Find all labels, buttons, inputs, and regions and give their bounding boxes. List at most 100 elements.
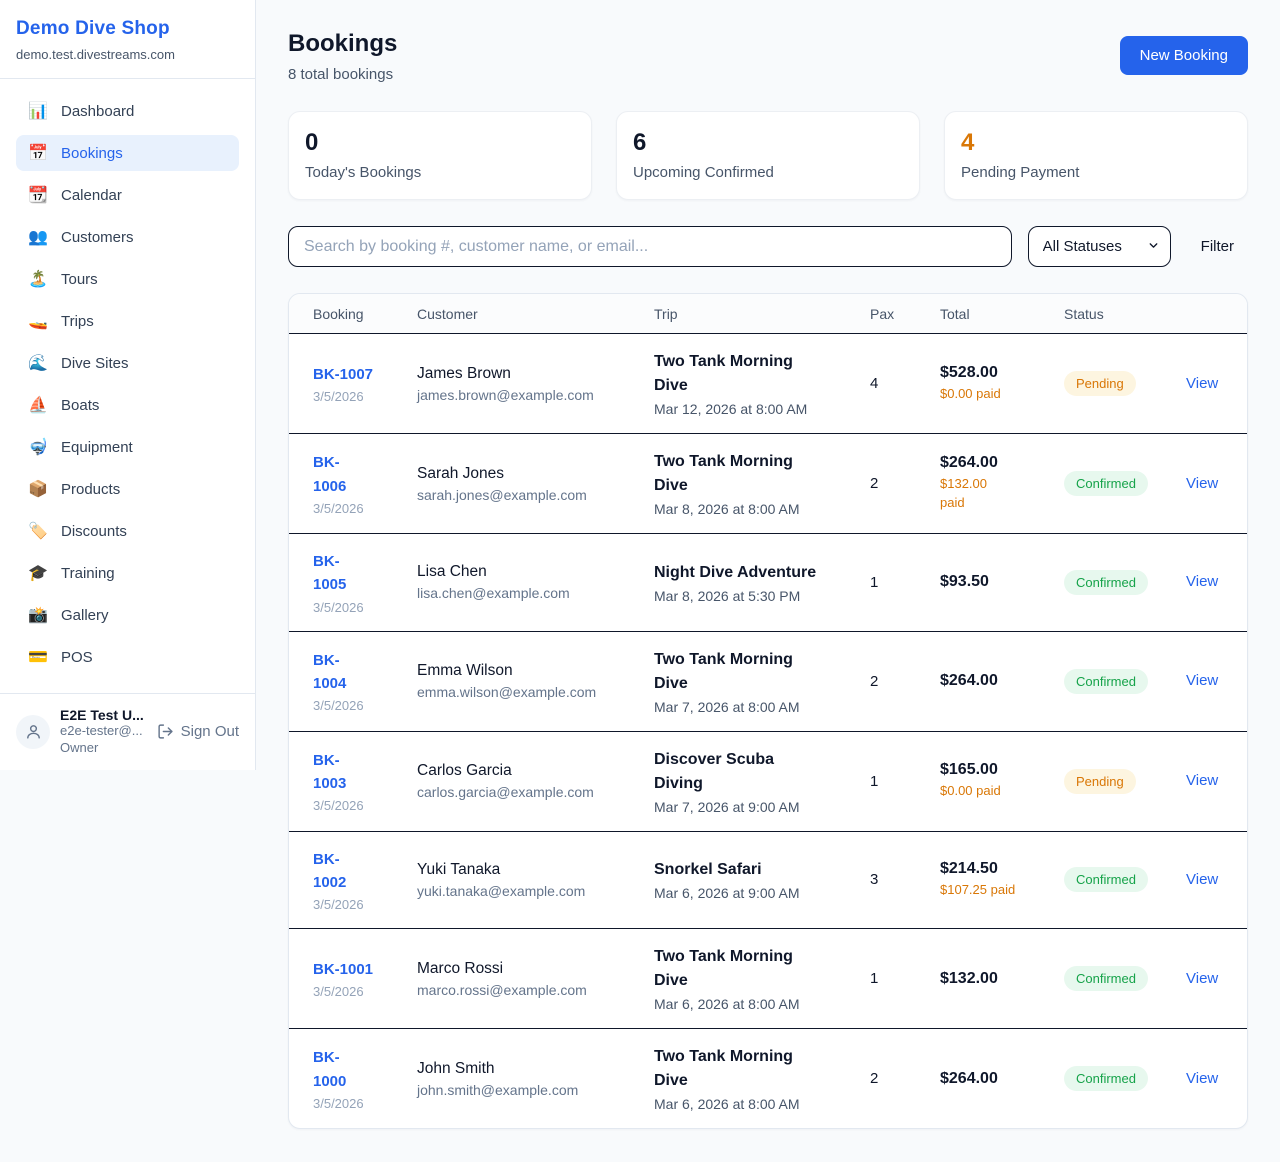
new-booking-button[interactable]: New Booking [1120,36,1248,75]
trip-datetime: Mar 8, 2026 at 8:00 AM [654,501,838,517]
trip-cell: Two Tank Morning Dive Mar 8, 2026 at 8:0… [638,434,854,534]
search-input[interactable] [288,226,1012,267]
booking-id-link[interactable]: BK- 1000 [313,1046,346,1093]
customer-email: sarah.jones@example.com [417,487,622,503]
status-cell: Pending [1048,731,1170,831]
booking-id-link[interactable]: BK-1007 [313,363,373,386]
booking-id-link[interactable]: BK- 1004 [313,649,346,696]
sidebar-item-label: Products [61,481,120,498]
trip-name: Two Tank Morning Dive [654,648,838,696]
sidebar-item-calendar[interactable]: 📆Calendar [16,177,239,213]
sidebar-item-tours[interactable]: 🏝️Tours [16,261,239,297]
total-amount: $264.00 [940,1070,1032,1088]
sidebar-item-discounts[interactable]: 🏷️Discounts [16,513,239,549]
customer-email: marco.rossi@example.com [417,982,622,998]
table-row: BK- 1006 3/5/2026 Sarah Jones sarah.jone… [289,434,1247,534]
trip-datetime: Mar 12, 2026 at 8:00 AM [654,401,838,417]
sailboat-icon: ⛵ [28,395,48,415]
view-link[interactable]: View [1186,1070,1218,1087]
status-cell: Pending [1048,334,1170,434]
customer-cell: Sarah Jones sarah.jones@example.com [401,434,638,534]
trip-cell: Night Dive Adventure Mar 8, 2026 at 5:30… [638,534,854,632]
stat-value: 0 [305,129,575,157]
customer-cell: Marco Rossi marco.rossi@example.com [401,929,638,1029]
view-link[interactable]: View [1186,672,1218,689]
booking-cell: BK- 1004 3/5/2026 [289,631,401,731]
booking-id-link[interactable]: BK- 1003 [313,749,346,796]
speedboat-icon: 🚤 [28,311,48,331]
total-amount: $93.50 [940,573,1032,591]
booking-id-link[interactable]: BK- 1005 [313,550,346,597]
sidebar-item-bookings[interactable]: 📅Bookings [16,135,239,171]
view-link[interactable]: View [1186,573,1218,590]
trip-datetime: Mar 7, 2026 at 9:00 AM [654,799,838,815]
view-link[interactable]: View [1186,970,1218,987]
booking-date: 3/5/2026 [313,698,385,713]
table-row: BK- 1000 3/5/2026 John Smith john.smith@… [289,1029,1247,1129]
status-cell: Confirmed [1048,831,1170,929]
sidebar-item-dashboard[interactable]: 📊Dashboard [16,93,239,129]
status-badge: Confirmed [1064,1066,1148,1091]
action-cell: View [1170,631,1247,731]
pax-cell: 2 [854,434,924,534]
booking-id-link[interactable]: BK- 1002 [313,848,346,895]
customer-name: Yuki Tanaka [417,861,622,879]
sidebar-item-products[interactable]: 📦Products [16,471,239,507]
sidebar-item-dive-sites[interactable]: 🌊Dive Sites [16,345,239,381]
booking-id-link[interactable]: BK- 1006 [313,451,346,498]
booking-date: 3/5/2026 [313,389,385,404]
graduation-cap-icon: 🎓 [28,563,48,583]
sidebar-item-training[interactable]: 🎓Training [16,555,239,591]
booking-date: 3/5/2026 [313,1096,385,1111]
main-content: Bookings 8 total bookings New Booking 0 … [256,0,1280,1129]
status-badge: Confirmed [1064,966,1148,991]
person-icon [25,723,42,740]
total-cell: $93.50 [924,534,1048,632]
diving-mask-icon: 🤿 [28,437,48,457]
booking-id-link[interactable]: BK-1001 [313,958,373,981]
booking-date: 3/5/2026 [313,984,385,999]
table-row: BK- 1003 3/5/2026 Carlos Garcia carlos.g… [289,731,1247,831]
sidebar-item-customers[interactable]: 👥Customers [16,219,239,255]
booking-cell: BK-1001 3/5/2026 [289,929,401,1029]
customer-cell: Lisa Chen lisa.chen@example.com [401,534,638,632]
sidebar-item-label: Trips [61,313,94,330]
stat-card-pending-payment: 4 Pending Payment [944,111,1248,200]
sign-out-button[interactable]: Sign Out [157,723,239,740]
customer-name: John Smith [417,1060,622,1078]
customer-name: Emma Wilson [417,662,622,680]
user-email: e2e-tester@... [60,723,144,740]
page-header: Bookings 8 total bookings New Booking [288,30,1248,83]
status-select[interactable]: All Statuses [1028,226,1171,267]
trip-cell: Snorkel Safari Mar 6, 2026 at 9:00 AM [638,831,854,929]
view-link[interactable]: View [1186,871,1218,888]
trip-name: Snorkel Safari [654,858,838,882]
sidebar-item-boats[interactable]: ⛵Boats [16,387,239,423]
status-badge: Confirmed [1064,867,1148,892]
sidebar-item-label: Customers [61,229,134,246]
filter-button[interactable]: Filter [1187,230,1248,263]
pax-cell: 2 [854,1029,924,1129]
booking-date: 3/5/2026 [313,501,385,516]
total-cell: $165.00 $0.00 paid [924,731,1048,831]
view-link[interactable]: View [1186,475,1218,492]
pax-cell: 1 [854,929,924,1029]
paid-amount: $0.00 paid [940,385,1032,404]
sidebar-item-pos[interactable]: 💳POS [16,639,239,675]
action-cell: View [1170,831,1247,929]
view-link[interactable]: View [1186,772,1218,789]
pax-cell: 4 [854,334,924,434]
booking-date: 3/5/2026 [313,600,385,615]
sidebar-item-trips[interactable]: 🚤 Trips [16,303,239,339]
sidebar-item-equipment[interactable]: 🤿Equipment [16,429,239,465]
wave-icon: 🌊 [28,353,48,373]
sidebar-item-gallery[interactable]: 📸Gallery [16,597,239,633]
trip-name: Night Dive Adventure [654,561,838,585]
customer-cell: John Smith john.smith@example.com [401,1029,638,1129]
column-header-customer: Customer [401,294,638,334]
column-header-status: Status [1048,294,1170,334]
view-link[interactable]: View [1186,375,1218,392]
total-cell: $214.50 $107.25 paid [924,831,1048,929]
trip-datetime: Mar 8, 2026 at 5:30 PM [654,588,838,604]
paid-amount: $107.25 paid [940,881,1032,900]
